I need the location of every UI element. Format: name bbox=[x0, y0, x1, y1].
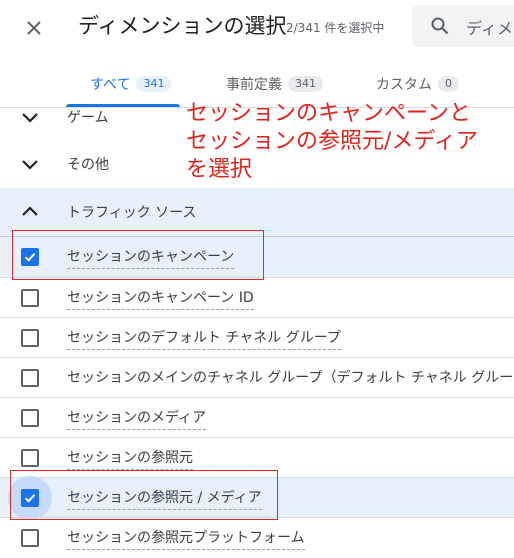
search-icon bbox=[430, 16, 450, 36]
selection-count: 2/341 件を選択中 bbox=[286, 21, 385, 35]
close-icon[interactable] bbox=[22, 16, 46, 40]
chevron-up-icon bbox=[20, 202, 40, 222]
tab-custom-label: カスタム bbox=[376, 77, 432, 93]
highlight-box-campaign bbox=[12, 230, 264, 280]
checkbox[interactable] bbox=[21, 329, 39, 347]
dialog-title: ディメンションの選択 bbox=[78, 14, 287, 38]
checkbox[interactable] bbox=[21, 289, 39, 307]
item-label: セッションのメディア bbox=[67, 410, 207, 430]
checkbox[interactable] bbox=[21, 529, 39, 547]
search-placeholder: ディメン bbox=[466, 19, 514, 38]
annotation-text: セッションのキャンペーンと セッションの参照元/メディア を選択 bbox=[186, 101, 478, 182]
item-label: セッションの参照元プラットフォーム bbox=[67, 530, 305, 550]
tab-predefined-label: 事前定義 bbox=[226, 77, 282, 93]
group-label: トラフィック ソース bbox=[67, 205, 197, 221]
checkbox[interactable] bbox=[21, 409, 39, 427]
item-label: セッションのキャンペーン ID bbox=[67, 290, 254, 310]
chevron-down-icon bbox=[20, 107, 40, 127]
checkbox[interactable] bbox=[21, 449, 39, 467]
chevron-down-icon bbox=[20, 154, 40, 174]
item-label: セッションのメインのチャネル グループ（デフォルト チャネル グルー bbox=[67, 370, 514, 386]
highlight-box-source-medium bbox=[10, 470, 278, 520]
list-item[interactable]: セッションのデフォルト チャネル グループ bbox=[0, 318, 514, 358]
checkbox[interactable] bbox=[21, 369, 39, 387]
group-label: ゲーム bbox=[67, 110, 109, 126]
item-label: セッションのデフォルト チャネル グループ bbox=[67, 330, 341, 350]
list-item[interactable]: セッションの参照元プラットフォーム bbox=[0, 518, 514, 558]
tab-custom-count: 0 bbox=[438, 76, 459, 92]
search-input[interactable]: ディメン bbox=[412, 5, 514, 47]
tab-all-count: 341 bbox=[136, 76, 172, 92]
list-item[interactable]: セッションのキャンペーン ID bbox=[0, 278, 514, 318]
tab-predefined-count: 341 bbox=[288, 76, 323, 92]
list-item[interactable]: セッションのメディア bbox=[0, 398, 514, 438]
list-item[interactable]: セッションのメインのチャネル グループ（デフォルト チャネル グルー bbox=[0, 358, 514, 398]
group-label: その他 bbox=[67, 157, 109, 173]
group-row-traffic-source[interactable]: トラフィック ソース bbox=[0, 188, 514, 236]
tab-all-label: すべて bbox=[90, 77, 131, 93]
item-label: セッションの参照元 bbox=[67, 450, 193, 470]
